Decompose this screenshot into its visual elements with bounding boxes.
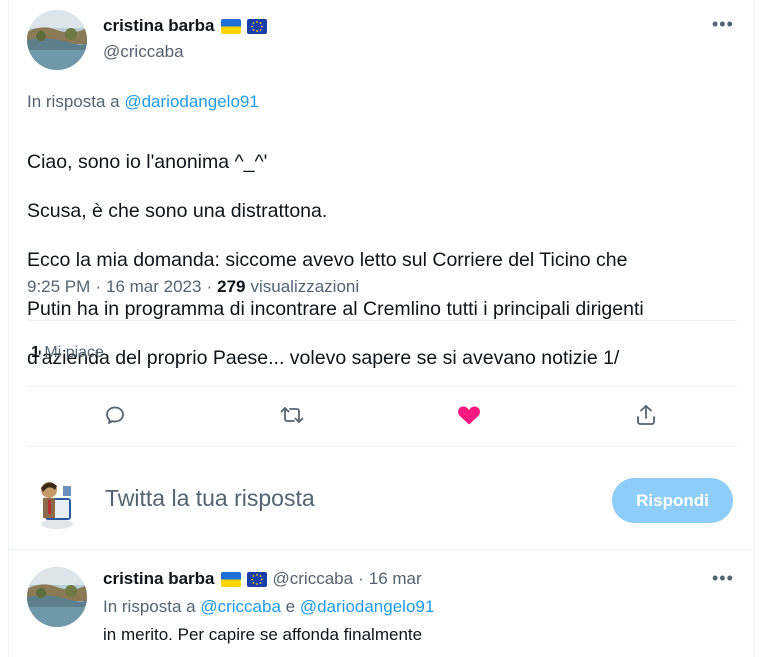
- author-name-row: cristina barba: [103, 16, 267, 36]
- reply-to-link[interactable]: @dariodangelo91: [124, 92, 258, 111]
- meta-separator: ·: [206, 277, 213, 296]
- tweet-text: Ciao, sono io l'anonima ^_^' Scusa, è ch…: [27, 125, 727, 395]
- reply-context: In risposta a @criccaba e @dariodangelo9…: [103, 597, 434, 617]
- tweet-date[interactable]: 16 mar 2023: [106, 277, 201, 297]
- author-avatar[interactable]: [27, 10, 87, 70]
- tweet-meta: 9:25 PM · 16 mar 2023 · 279 visualizzazi…: [27, 277, 359, 297]
- reply-author-name[interactable]: cristina barba: [103, 569, 215, 589]
- reply-tweet-text: in merito. Per capire se affonda finalme…: [103, 625, 423, 644]
- reply-prefix: In risposta a: [103, 597, 196, 616]
- retweet-icon[interactable]: [275, 398, 309, 432]
- reply-author-row: cristina barba @criccaba · 16 mar: [103, 569, 422, 589]
- meta-separator: ·: [95, 277, 101, 296]
- tweet-time[interactable]: 9:25 PM: [27, 277, 90, 297]
- share-icon[interactable]: [629, 398, 663, 432]
- ukraine-flag-icon: [220, 571, 241, 587]
- reply-author-handle[interactable]: @criccaba: [273, 569, 354, 589]
- tweet-actions: [0, 398, 761, 434]
- current-user-avatar[interactable]: [27, 472, 87, 532]
- ukraine-flag-icon: [220, 18, 241, 34]
- likes-count: 1: [31, 344, 40, 361]
- eu-flag-icon: [246, 571, 267, 587]
- reply-conjunction: e: [285, 597, 296, 616]
- comment-icon[interactable]: [98, 398, 132, 432]
- tweet-text-line: Ciao, sono io l'anonima ^_^': [27, 150, 268, 173]
- reply-to-link[interactable]: @dariodangelo91: [300, 597, 434, 616]
- more-options-icon[interactable]: •••: [712, 568, 734, 589]
- tweet-text-line: Scusa, è che sono una distrattona.: [27, 199, 328, 222]
- divider: [27, 446, 737, 447]
- reply-prefix: In risposta a: [27, 92, 120, 111]
- likes-label: Mi piace: [44, 344, 104, 361]
- reply-context: In risposta a @dariodangelo91: [27, 92, 259, 112]
- eu-flag-icon: [246, 18, 267, 34]
- tweet-text-line: Ecco la mia domanda: siccome avevo letto…: [27, 248, 628, 271]
- author-name[interactable]: cristina barba: [103, 16, 215, 36]
- divider: [27, 386, 737, 387]
- reply-date[interactable]: 16 mar: [369, 569, 422, 589]
- views-label: visualizzazioni: [250, 277, 360, 296]
- meta-separator: ·: [358, 569, 364, 588]
- reply-button[interactable]: Rispondi: [612, 478, 733, 523]
- heart-filled-icon[interactable]: [452, 398, 486, 432]
- views-count: 279: [217, 277, 246, 296]
- divider: [27, 320, 737, 321]
- divider: [8, 549, 755, 550]
- tweet-text-line: d'azienda del proprio Paese... volevo sa…: [27, 346, 620, 369]
- tweet-text-line: Putin ha in programma di incontrare al C…: [27, 297, 644, 320]
- author-handle[interactable]: @criccaba: [103, 42, 184, 62]
- likes-summary[interactable]: 1 Mi piace: [31, 344, 104, 362]
- reply-compose-input[interactable]: Twitta la tua risposta: [105, 485, 585, 512]
- reply-to-link[interactable]: @criccaba: [200, 597, 281, 616]
- reply-author-avatar[interactable]: [27, 567, 87, 627]
- more-options-icon[interactable]: •••: [712, 14, 734, 35]
